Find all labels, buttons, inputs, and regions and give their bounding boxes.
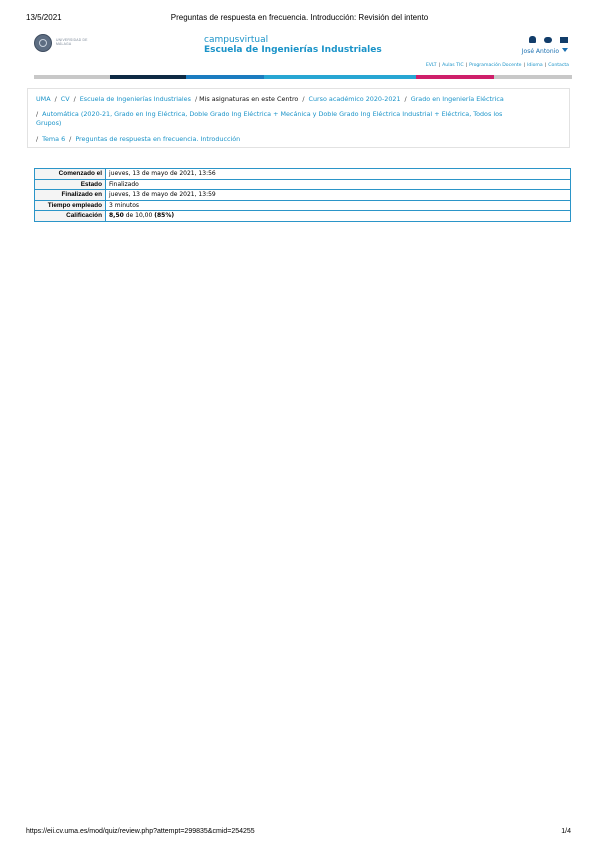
- row-label: Calificación: [34, 210, 106, 222]
- print-url: https://eii.cv.uma.es/mod/quiz/review.ph…: [26, 828, 255, 835]
- row-label: Tiempo empleado: [34, 199, 106, 211]
- breadcrumb-uma[interactable]: UMA: [36, 95, 51, 103]
- chat-icon[interactable]: [543, 37, 552, 43]
- quick-links: EVLT | Aulas TIC | Programación Docente | Idio…: [425, 63, 569, 68]
- caret-down-icon: [562, 48, 568, 52]
- link-aulas-tic[interactable]: Aulas TIC: [442, 63, 463, 68]
- breadcrumb-tema[interactable]: Tema 6: [42, 135, 65, 143]
- breadcrumb: UMA / CV / Escuela de Ingenierías Industrial…: [27, 88, 570, 148]
- table-row: Comenzado el jueves, 13 de mayo de 2021,…: [34, 168, 571, 180]
- table-row: Finalizado en jueves, 13 de mayo de 2021…: [34, 189, 571, 201]
- attempt-summary-table: Comenzado el jueves, 13 de mayo de 2021,…: [34, 168, 571, 222]
- grade: 8,50: [109, 212, 124, 219]
- link-idioma[interactable]: Idioma: [527, 63, 543, 68]
- university-logo[interactable]: UNIVERSIDAD DE MÁLAGA: [34, 34, 90, 54]
- row-value: Finalizado: [105, 178, 571, 190]
- row-label: Finalizado en: [34, 189, 106, 201]
- table-row: Tiempo empleado 3 minutos: [34, 199, 571, 211]
- print-title: Preguntas de respuesta en frecuencia. In…: [170, 13, 429, 22]
- breadcrumb-quiz[interactable]: Preguntas de respuesta en frecuencia. In…: [75, 135, 240, 143]
- site-name: campusvirtual: [204, 35, 269, 45]
- breadcrumb-escuela[interactable]: Escuela de Ingenierías Industriales: [80, 95, 191, 103]
- breadcrumb-automatica-cont[interactable]: Grupos): [36, 119, 61, 127]
- table-row: Calificación 8,50 de 10,00 (85%): [34, 210, 571, 222]
- site-title[interactable]: campusvirtual Escuela de Ingenierías Ind…: [204, 35, 382, 56]
- mail-icon[interactable]: [560, 37, 568, 43]
- university-seal-icon: [34, 34, 52, 52]
- user-area: José Antonio: [498, 36, 568, 55]
- user-name: José Antonio: [521, 48, 559, 55]
- breadcrumb-mis-asignaturas: Mis asignaturas en este Centro: [199, 95, 299, 103]
- grade-of: de 10,00: [125, 212, 153, 219]
- color-segment: [494, 75, 572, 79]
- color-bar: [34, 75, 572, 79]
- table-row: Estado Finalizado: [34, 178, 571, 190]
- grade-percent: (85%): [154, 212, 175, 219]
- bell-icon[interactable]: [528, 36, 536, 43]
- row-value: jueves, 13 de mayo de 2021, 13:59: [105, 189, 571, 201]
- grade-value: 8,50 de 10,00 (85%): [105, 210, 571, 222]
- color-segment: [186, 75, 264, 79]
- link-programacion-docente[interactable]: Programación Docente: [469, 63, 521, 68]
- color-segment: [264, 75, 416, 79]
- user-menu[interactable]: José Antonio: [498, 48, 568, 55]
- breadcrumb-automatica[interactable]: Automática (2020-21, Grado en Ing Eléctr…: [42, 110, 502, 118]
- color-segment: [110, 75, 186, 79]
- row-label: Estado: [34, 178, 106, 190]
- print-page-number: 1/4: [561, 828, 571, 835]
- school-name: Escuela de Ingenierías Industriales: [204, 45, 382, 55]
- link-evlt[interactable]: EVLT: [426, 63, 437, 68]
- row-value: 3 minutos: [105, 199, 571, 211]
- breadcrumb-grado[interactable]: Grado en Ingeniería Eléctrica: [411, 95, 504, 103]
- color-segment: [416, 75, 494, 79]
- row-label: Comenzado el: [34, 168, 106, 180]
- color-segment: [34, 75, 110, 79]
- breadcrumb-cv[interactable]: CV: [61, 95, 70, 103]
- row-value: jueves, 13 de mayo de 2021, 13:56: [105, 168, 571, 180]
- logo-text: UNIVERSIDAD DE MÁLAGA: [56, 38, 88, 46]
- link-contacta[interactable]: Contacta: [548, 63, 569, 68]
- breadcrumb-curso[interactable]: Curso académico 2020-2021: [309, 95, 401, 103]
